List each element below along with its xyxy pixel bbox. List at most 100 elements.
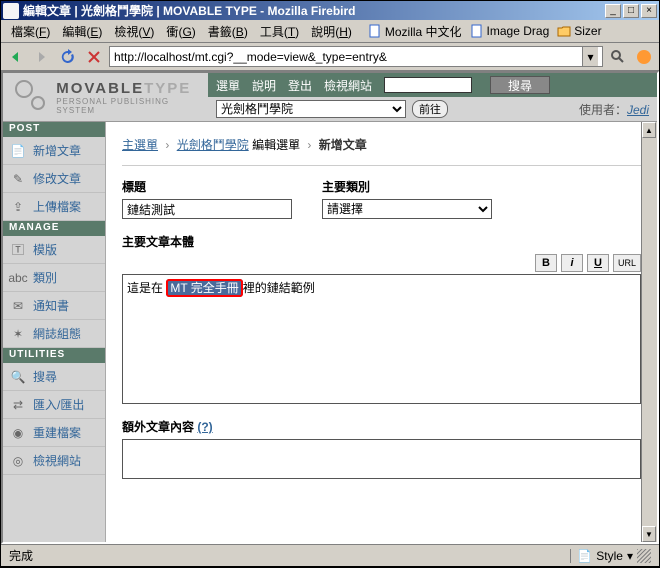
divider (122, 165, 641, 166)
vertical-scrollbar[interactable]: ▲ ▼ (641, 122, 657, 542)
bc-current: 新增文章 (319, 138, 367, 152)
rebuild-icon: ◉ (9, 424, 27, 442)
sidebar-header-utilities: UTILITIES (3, 348, 105, 363)
user-label: 使用者：Jedi (579, 101, 649, 118)
selected-text: MT 完全手冊 (166, 279, 242, 297)
bookmark-sizer[interactable]: Sizer (553, 22, 605, 40)
firebird-icon (635, 48, 653, 66)
logo-main: MOVABLE (56, 80, 144, 97)
sidebar-item-edit-entry[interactable]: ✎修改文章 (3, 165, 105, 193)
app-icon (3, 3, 19, 19)
status-text: 完成 (9, 547, 33, 564)
category-select[interactable]: 請選擇 (322, 199, 492, 219)
menu-bookmarks[interactable]: 書籤(B) (202, 21, 254, 42)
resize-grip[interactable] (637, 549, 651, 563)
url-bar[interactable]: ▾ (109, 46, 603, 67)
search-icon (610, 49, 626, 65)
menu-file[interactable]: 檔案(F) (5, 21, 56, 42)
menu-help[interactable]: 說明(H) (305, 21, 358, 42)
sidebar-item-rebuild[interactable]: ◉重建檔案 (3, 419, 105, 447)
close-button[interactable]: × (641, 4, 657, 18)
bc-edit: 編輯選單 (252, 138, 300, 152)
io-icon: ⇄ (9, 396, 27, 414)
nav-help[interactable]: 說明 (252, 77, 276, 94)
upload-icon: ⇪ (9, 198, 27, 216)
reload-button[interactable] (57, 46, 79, 68)
bold-button[interactable]: B (535, 254, 557, 272)
format-toolbar: B i U URL (122, 254, 641, 272)
minimize-button[interactable]: _ (605, 4, 621, 18)
underline-button[interactable]: U (587, 254, 609, 272)
user-link[interactable]: Jedi (627, 103, 649, 117)
bc-blog[interactable]: 光劍格鬥學院 (177, 138, 249, 152)
doc-icon (470, 24, 484, 38)
stop-button[interactable] (83, 46, 105, 68)
extended-textarea[interactable] (122, 439, 641, 479)
url-dropdown[interactable]: ▾ (582, 47, 598, 66)
italic-button[interactable]: i (561, 254, 583, 272)
maximize-button[interactable]: □ (623, 4, 639, 18)
doc-icon (368, 24, 382, 38)
bookmark-mozilla[interactable]: Mozilla 中文化 (364, 21, 466, 42)
view-icon: ◎ (9, 452, 27, 470)
statusbar: 完成 📄Style▾ (1, 544, 659, 566)
main-panel: 主選單 › 光劍格鬥學院 編輯選單 › 新增文章 標題 主要類別 請選擇 (106, 122, 657, 542)
breadcrumb: 主選單 › 光劍格鬥學院 編輯選單 › 新增文章 (122, 132, 641, 165)
bc-main[interactable]: 主選單 (122, 138, 158, 152)
sidebar-item-upload[interactable]: ⇪上傳檔案 (3, 193, 105, 221)
search-icon: 🔍 (9, 368, 27, 386)
mail-icon: ✉ (9, 297, 27, 315)
forward-button[interactable] (31, 46, 53, 68)
url-button[interactable]: URL (613, 254, 641, 272)
bookmark-imagedrag[interactable]: Image Drag (466, 22, 554, 40)
toolbar: ▾ (1, 43, 659, 71)
mt-search-button[interactable]: 搜尋 (490, 76, 550, 94)
back-button[interactable] (5, 46, 27, 68)
forward-icon (34, 49, 50, 65)
title-input[interactable] (122, 199, 292, 219)
back-icon (8, 49, 24, 65)
gear-icon: ✶ (9, 325, 27, 343)
style-switcher[interactable]: 📄Style▾ (570, 549, 633, 563)
url-input[interactable] (114, 50, 582, 64)
category-label: 主要類別 (322, 178, 492, 195)
sidebar-item-notify[interactable]: ✉通知書 (3, 292, 105, 320)
folder-icon (557, 24, 571, 38)
nav-logout[interactable]: 登出 (288, 77, 312, 94)
doc-icon: 📄 (9, 142, 27, 160)
menu-tools[interactable]: 工具(T) (254, 21, 305, 42)
blog-select[interactable]: 光劍格鬥學院 (216, 100, 406, 118)
help-link[interactable]: (?) (197, 420, 212, 434)
reload-icon (60, 49, 76, 65)
extended-label: 額外文章內容 (?) (122, 418, 641, 435)
stop-icon (86, 49, 102, 65)
mt-header: MOVABLETYPE PERSONAL PUBLISHING SYSTEM 選… (3, 73, 657, 122)
sidebar-item-category[interactable]: abc類別 (3, 264, 105, 292)
scroll-up[interactable]: ▲ (642, 122, 656, 138)
sidebar-item-template[interactable]: 🅃模版 (3, 236, 105, 264)
template-icon: 🅃 (9, 241, 27, 259)
body-textarea[interactable]: 這是在 MT 完全手冊裡的鏈結範例 (122, 274, 641, 404)
logo-tagline: PERSONAL PUBLISHING SYSTEM (56, 97, 208, 115)
window-title: 編輯文章 | 光劍格鬥學院 | MOVABLE TYPE - Mozilla F… (23, 2, 603, 19)
sidebar-item-new-entry[interactable]: 📄新增文章 (3, 137, 105, 165)
sidebar-item-import[interactable]: ⇄匯入/匯出 (3, 391, 105, 419)
gears-icon (13, 78, 50, 116)
mt-logo: MOVABLETYPE PERSONAL PUBLISHING SYSTEM (3, 73, 208, 121)
menu-edit[interactable]: 編輯(E) (56, 21, 108, 42)
go-button[interactable]: 前往 (412, 100, 448, 118)
menubar: 檔案(F) 編輯(E) 檢視(V) 衝(G) 書籤(B) 工具(T) 說明(H)… (1, 20, 659, 43)
mt-search-input[interactable] (384, 77, 472, 93)
window-titlebar: 編輯文章 | 光劍格鬥學院 | MOVABLE TYPE - Mozilla F… (1, 1, 659, 20)
nav-menu[interactable]: 選單 (216, 77, 240, 94)
sidebar-item-search[interactable]: 🔍搜尋 (3, 363, 105, 391)
sidebar-header-post: POST (3, 122, 105, 137)
edit-icon: ✎ (9, 170, 27, 188)
menu-go[interactable]: 衝(G) (160, 21, 201, 42)
nav-viewsite[interactable]: 檢視網站 (324, 77, 372, 94)
sidebar-item-config[interactable]: ✶網誌組態 (3, 320, 105, 348)
search-button[interactable] (607, 46, 629, 68)
scroll-down[interactable]: ▼ (642, 526, 656, 542)
sidebar-item-viewsite[interactable]: ◎檢視網站 (3, 447, 105, 475)
menu-view[interactable]: 檢視(V) (108, 21, 160, 42)
